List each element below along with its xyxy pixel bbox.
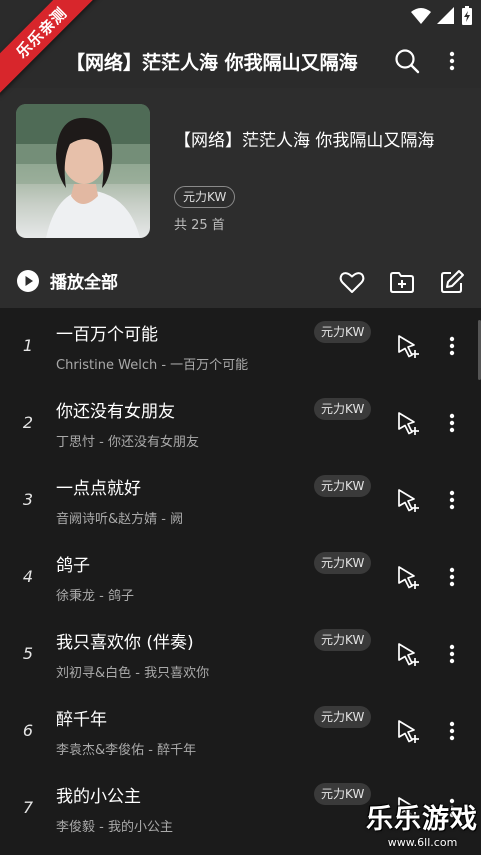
song-number: 7: [22, 798, 34, 817]
song-row[interactable]: 4 鸽子 徐秉龙 - 鸽子 元力KW: [0, 539, 481, 616]
song-artist: 丁思忖 - 你还没有女朋友: [56, 435, 199, 450]
source-badge: 元力KW: [314, 706, 372, 728]
watermark-url: www.6ll.com: [387, 836, 458, 849]
folder-add-icon[interactable]: [388, 268, 416, 296]
song-row[interactable]: 1 一百万个可能 Christine Welch - 一百万个可能 元力KW: [0, 308, 481, 385]
more-vert-icon[interactable]: [440, 46, 464, 76]
more-vert-icon[interactable]: [440, 640, 464, 668]
heart-icon[interactable]: [338, 268, 366, 296]
play-all-button[interactable]: 播放全部: [16, 268, 118, 293]
page-title: 【网络】茫茫人海 你我隔山又隔海: [66, 52, 358, 74]
add-to-playlist-icon[interactable]: [394, 332, 422, 360]
song-number: 6: [22, 721, 34, 740]
cover-image: [16, 104, 150, 238]
playlist-cover: [16, 104, 150, 238]
song-number: 3: [22, 490, 34, 509]
more-vert-icon[interactable]: [440, 717, 464, 745]
source-badge: 元力KW: [314, 783, 372, 805]
more-vert-icon[interactable]: [440, 409, 464, 437]
add-to-playlist-icon[interactable]: [394, 640, 422, 668]
playlist-actions: 播放全部: [0, 260, 481, 308]
source-badge: 元力KW: [314, 629, 372, 651]
song-artist: 刘初寻&白色 - 我只喜欢你: [56, 666, 210, 681]
song-title: 我的小公主: [56, 787, 141, 807]
wifi-icon: [411, 8, 431, 24]
source-badge: 元力KW: [314, 398, 372, 420]
song-row[interactable]: 2 你还没有女朋友 丁思忖 - 你还没有女朋友 元力KW: [0, 385, 481, 462]
song-number: 5: [22, 644, 34, 663]
playlist-header: 【网络】茫茫人海 你我隔山又隔海 元力KW 共 25 首 播放全部: [0, 88, 481, 308]
song-title: 你还没有女朋友: [56, 402, 175, 422]
song-count: 共 25 首: [174, 218, 225, 233]
song-number: 4: [22, 567, 34, 586]
more-vert-icon[interactable]: [440, 332, 464, 360]
song-artist: 李袁杰&李俊佑 - 醉千年: [56, 743, 197, 758]
song-title: 醉千年: [56, 710, 107, 730]
watermark-text: 乐乐游戏: [366, 804, 478, 835]
song-row[interactable]: 5 我只喜欢你 (伴奏) 刘初寻&白色 - 我只喜欢你 元力KW: [0, 616, 481, 693]
add-to-playlist-icon[interactable]: [394, 409, 422, 437]
add-to-playlist-icon[interactable]: [394, 717, 422, 745]
song-artist: 徐秉龙 - 鸽子: [56, 589, 134, 604]
play-circle-icon: [17, 269, 39, 292]
signal-icon: [437, 7, 454, 24]
battery-icon: [462, 6, 472, 25]
song-number: 1: [22, 336, 34, 355]
song-number: 2: [22, 413, 34, 432]
song-title: 一百万个可能: [56, 325, 158, 345]
add-to-playlist-icon[interactable]: [394, 486, 422, 514]
song-title: 我只喜欢你 (伴奏): [56, 633, 194, 653]
source-badge: 元力KW: [174, 186, 236, 208]
source-badge: 元力KW: [314, 321, 372, 343]
play-all-label: 播放全部: [50, 273, 118, 293]
song-row[interactable]: 3 一点点就好 音阙诗听&赵方婧 - 阙 元力KW: [0, 462, 481, 539]
song-row[interactable]: 6 醉千年 李袁杰&李俊佑 - 醉千年 元力KW: [0, 693, 481, 770]
watermark-logo: 乐乐游戏 www.6ll.com: [366, 804, 479, 854]
more-vert-icon[interactable]: [440, 486, 464, 514]
source-badge: 元力KW: [314, 552, 372, 574]
song-artist: 李俊毅 - 我的小公主: [56, 820, 173, 835]
song-list: 1 一百万个可能 Christine Welch - 一百万个可能 元力KW 2…: [0, 308, 481, 855]
song-artist: Christine Welch - 一百万个可能: [56, 358, 249, 373]
source-badge: 元力KW: [314, 475, 372, 497]
song-artist: 音阙诗听&赵方婧 - 阙: [56, 512, 184, 527]
more-vert-icon[interactable]: [440, 563, 464, 591]
edit-icon[interactable]: [438, 268, 466, 296]
add-to-playlist-icon[interactable]: [394, 563, 422, 591]
song-title: 一点点就好: [56, 479, 141, 499]
search-icon[interactable]: [392, 46, 422, 76]
status-icons: [411, 6, 473, 26]
playlist-title: 【网络】茫茫人海 你我隔山又隔海: [174, 131, 435, 151]
song-title: 鸽子: [56, 556, 90, 576]
app-bar: 【网络】茫茫人海 你我隔山又隔海: [0, 32, 481, 88]
